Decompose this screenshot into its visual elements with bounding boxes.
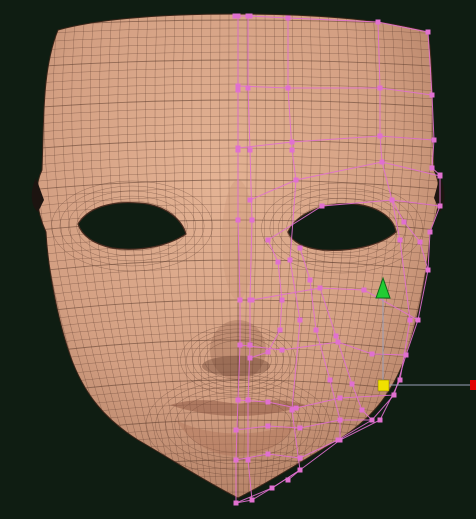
cage-vertex-handle[interactable] bbox=[403, 352, 409, 358]
cage-vertex-handle[interactable] bbox=[391, 392, 397, 398]
cage-vertex-handle[interactable] bbox=[235, 83, 241, 89]
cage-vertex-handle[interactable] bbox=[245, 85, 251, 91]
cage-vertex-handle[interactable] bbox=[237, 297, 243, 303]
cage-vertex-handle[interactable] bbox=[293, 405, 299, 411]
cage-vertex-handle[interactable] bbox=[233, 427, 239, 433]
cage-vertex-handle[interactable] bbox=[397, 377, 403, 383]
cage-vertex-handle[interactable] bbox=[337, 395, 343, 401]
cage-vertex-handle[interactable] bbox=[297, 455, 303, 461]
cage-vertex-handle[interactable] bbox=[417, 239, 423, 245]
cage-vertex-handle[interactable] bbox=[245, 397, 251, 403]
cage-vertex-handle[interactable] bbox=[235, 217, 241, 223]
cage-vertex-handle[interactable] bbox=[437, 173, 443, 179]
cage-vertex-handle[interactable] bbox=[335, 437, 341, 443]
cage-vertex-handle[interactable] bbox=[337, 417, 343, 423]
cage-vertex-handle[interactable] bbox=[369, 351, 375, 357]
gizmo-x-axis-handle-icon[interactable] bbox=[470, 380, 476, 390]
cage-vertex-handle[interactable] bbox=[349, 381, 355, 387]
cage-vertex-handle[interactable] bbox=[235, 145, 241, 151]
cage-vertex-handle[interactable] bbox=[265, 237, 271, 243]
cage-vertex-handle[interactable] bbox=[425, 267, 431, 273]
cage-vertex-handle[interactable] bbox=[279, 347, 285, 353]
cage-vertex-handle[interactable] bbox=[269, 485, 275, 491]
cage-vertex-handle[interactable] bbox=[415, 317, 421, 323]
cage-vertex-handle[interactable] bbox=[277, 327, 283, 333]
cage-vertex-handle[interactable] bbox=[235, 13, 241, 19]
cage-vertex-handle[interactable] bbox=[401, 219, 407, 225]
cage-vertex-handle[interactable] bbox=[275, 259, 281, 265]
cage-vertex-handle[interactable] bbox=[397, 237, 403, 243]
cage-vertex-handle[interactable] bbox=[285, 85, 291, 91]
cage-vertex-handle[interactable] bbox=[293, 177, 299, 183]
cage-vertex-handle[interactable] bbox=[265, 349, 271, 355]
cage-vertex-handle[interactable] bbox=[335, 339, 341, 345]
cage-vertex-handle[interactable] bbox=[379, 159, 385, 165]
cage-vertex-handle[interactable] bbox=[377, 417, 383, 423]
cage-vertex-handle[interactable] bbox=[285, 15, 291, 21]
cage-vertex-handle[interactable] bbox=[265, 423, 271, 429]
cage-vertex-handle[interactable] bbox=[407, 317, 413, 323]
cage-vertex-handle[interactable] bbox=[233, 500, 239, 506]
cage-vertex-handle[interactable] bbox=[279, 297, 285, 303]
cage-vertex-handle[interactable] bbox=[297, 425, 303, 431]
cage-vertex-handle[interactable] bbox=[249, 297, 255, 303]
cage-vertex-handle[interactable] bbox=[297, 317, 303, 323]
cage-vertex-handle[interactable] bbox=[389, 197, 395, 203]
cage-vertex-handle[interactable] bbox=[285, 477, 291, 483]
cage-vertex-handle[interactable] bbox=[249, 217, 255, 223]
cage-vertex-handle[interactable] bbox=[427, 229, 433, 235]
cage-vertex-handle[interactable] bbox=[297, 245, 303, 251]
cage-vertex-handle[interactable] bbox=[297, 467, 303, 473]
cage-vertex-handle[interactable] bbox=[319, 203, 325, 209]
cage-vertex-handle[interactable] bbox=[377, 85, 383, 91]
cage-vertex-handle[interactable] bbox=[249, 497, 255, 503]
cage-vertex-handle[interactable] bbox=[431, 137, 437, 143]
cage-vertex-handle[interactable] bbox=[375, 19, 381, 25]
cage-vertex-handle[interactable] bbox=[313, 327, 319, 333]
cage-vertex-handle[interactable] bbox=[265, 399, 271, 405]
cage-vertex-handle[interactable] bbox=[289, 147, 295, 153]
cage-vertex-handle[interactable] bbox=[429, 92, 435, 98]
cage-vertex-handle[interactable] bbox=[265, 451, 271, 457]
cage-vertex-handle[interactable] bbox=[327, 377, 333, 383]
cage-vertex-handle[interactable] bbox=[245, 13, 251, 19]
cage-vertex-handle[interactable] bbox=[359, 407, 365, 413]
cage-vertex-handle[interactable] bbox=[235, 397, 241, 403]
cage-vertex-handle[interactable] bbox=[369, 417, 375, 423]
cage-vertex-handle[interactable] bbox=[247, 147, 253, 153]
viewport-canvas[interactable] bbox=[0, 0, 476, 519]
cage-vertex-handle[interactable] bbox=[289, 139, 295, 145]
cage-vertex-handle[interactable] bbox=[377, 133, 383, 139]
cage-vertex-handle[interactable] bbox=[233, 457, 239, 463]
cage-vertex-handle[interactable] bbox=[245, 457, 251, 463]
cage-vertex-handle[interactable] bbox=[307, 277, 313, 283]
3d-viewport[interactable] bbox=[0, 0, 476, 519]
cage-vertex-handle[interactable] bbox=[247, 197, 253, 203]
cage-vertex-handle[interactable] bbox=[287, 257, 293, 263]
cage-vertex-handle[interactable] bbox=[361, 287, 367, 293]
gizmo-center-handle-icon[interactable] bbox=[377, 379, 390, 392]
cage-vertex-handle[interactable] bbox=[317, 285, 323, 291]
cage-vertex-handle[interactable] bbox=[237, 342, 243, 348]
cage-vertex-handle[interactable] bbox=[247, 342, 253, 348]
cage-vertex-handle[interactable] bbox=[429, 165, 435, 171]
cage-vertex-handle[interactable] bbox=[333, 333, 339, 339]
cage-vertex-handle[interactable] bbox=[437, 203, 443, 209]
cage-vertex-handle[interactable] bbox=[247, 355, 253, 361]
cage-vertex-handle[interactable] bbox=[425, 29, 431, 35]
